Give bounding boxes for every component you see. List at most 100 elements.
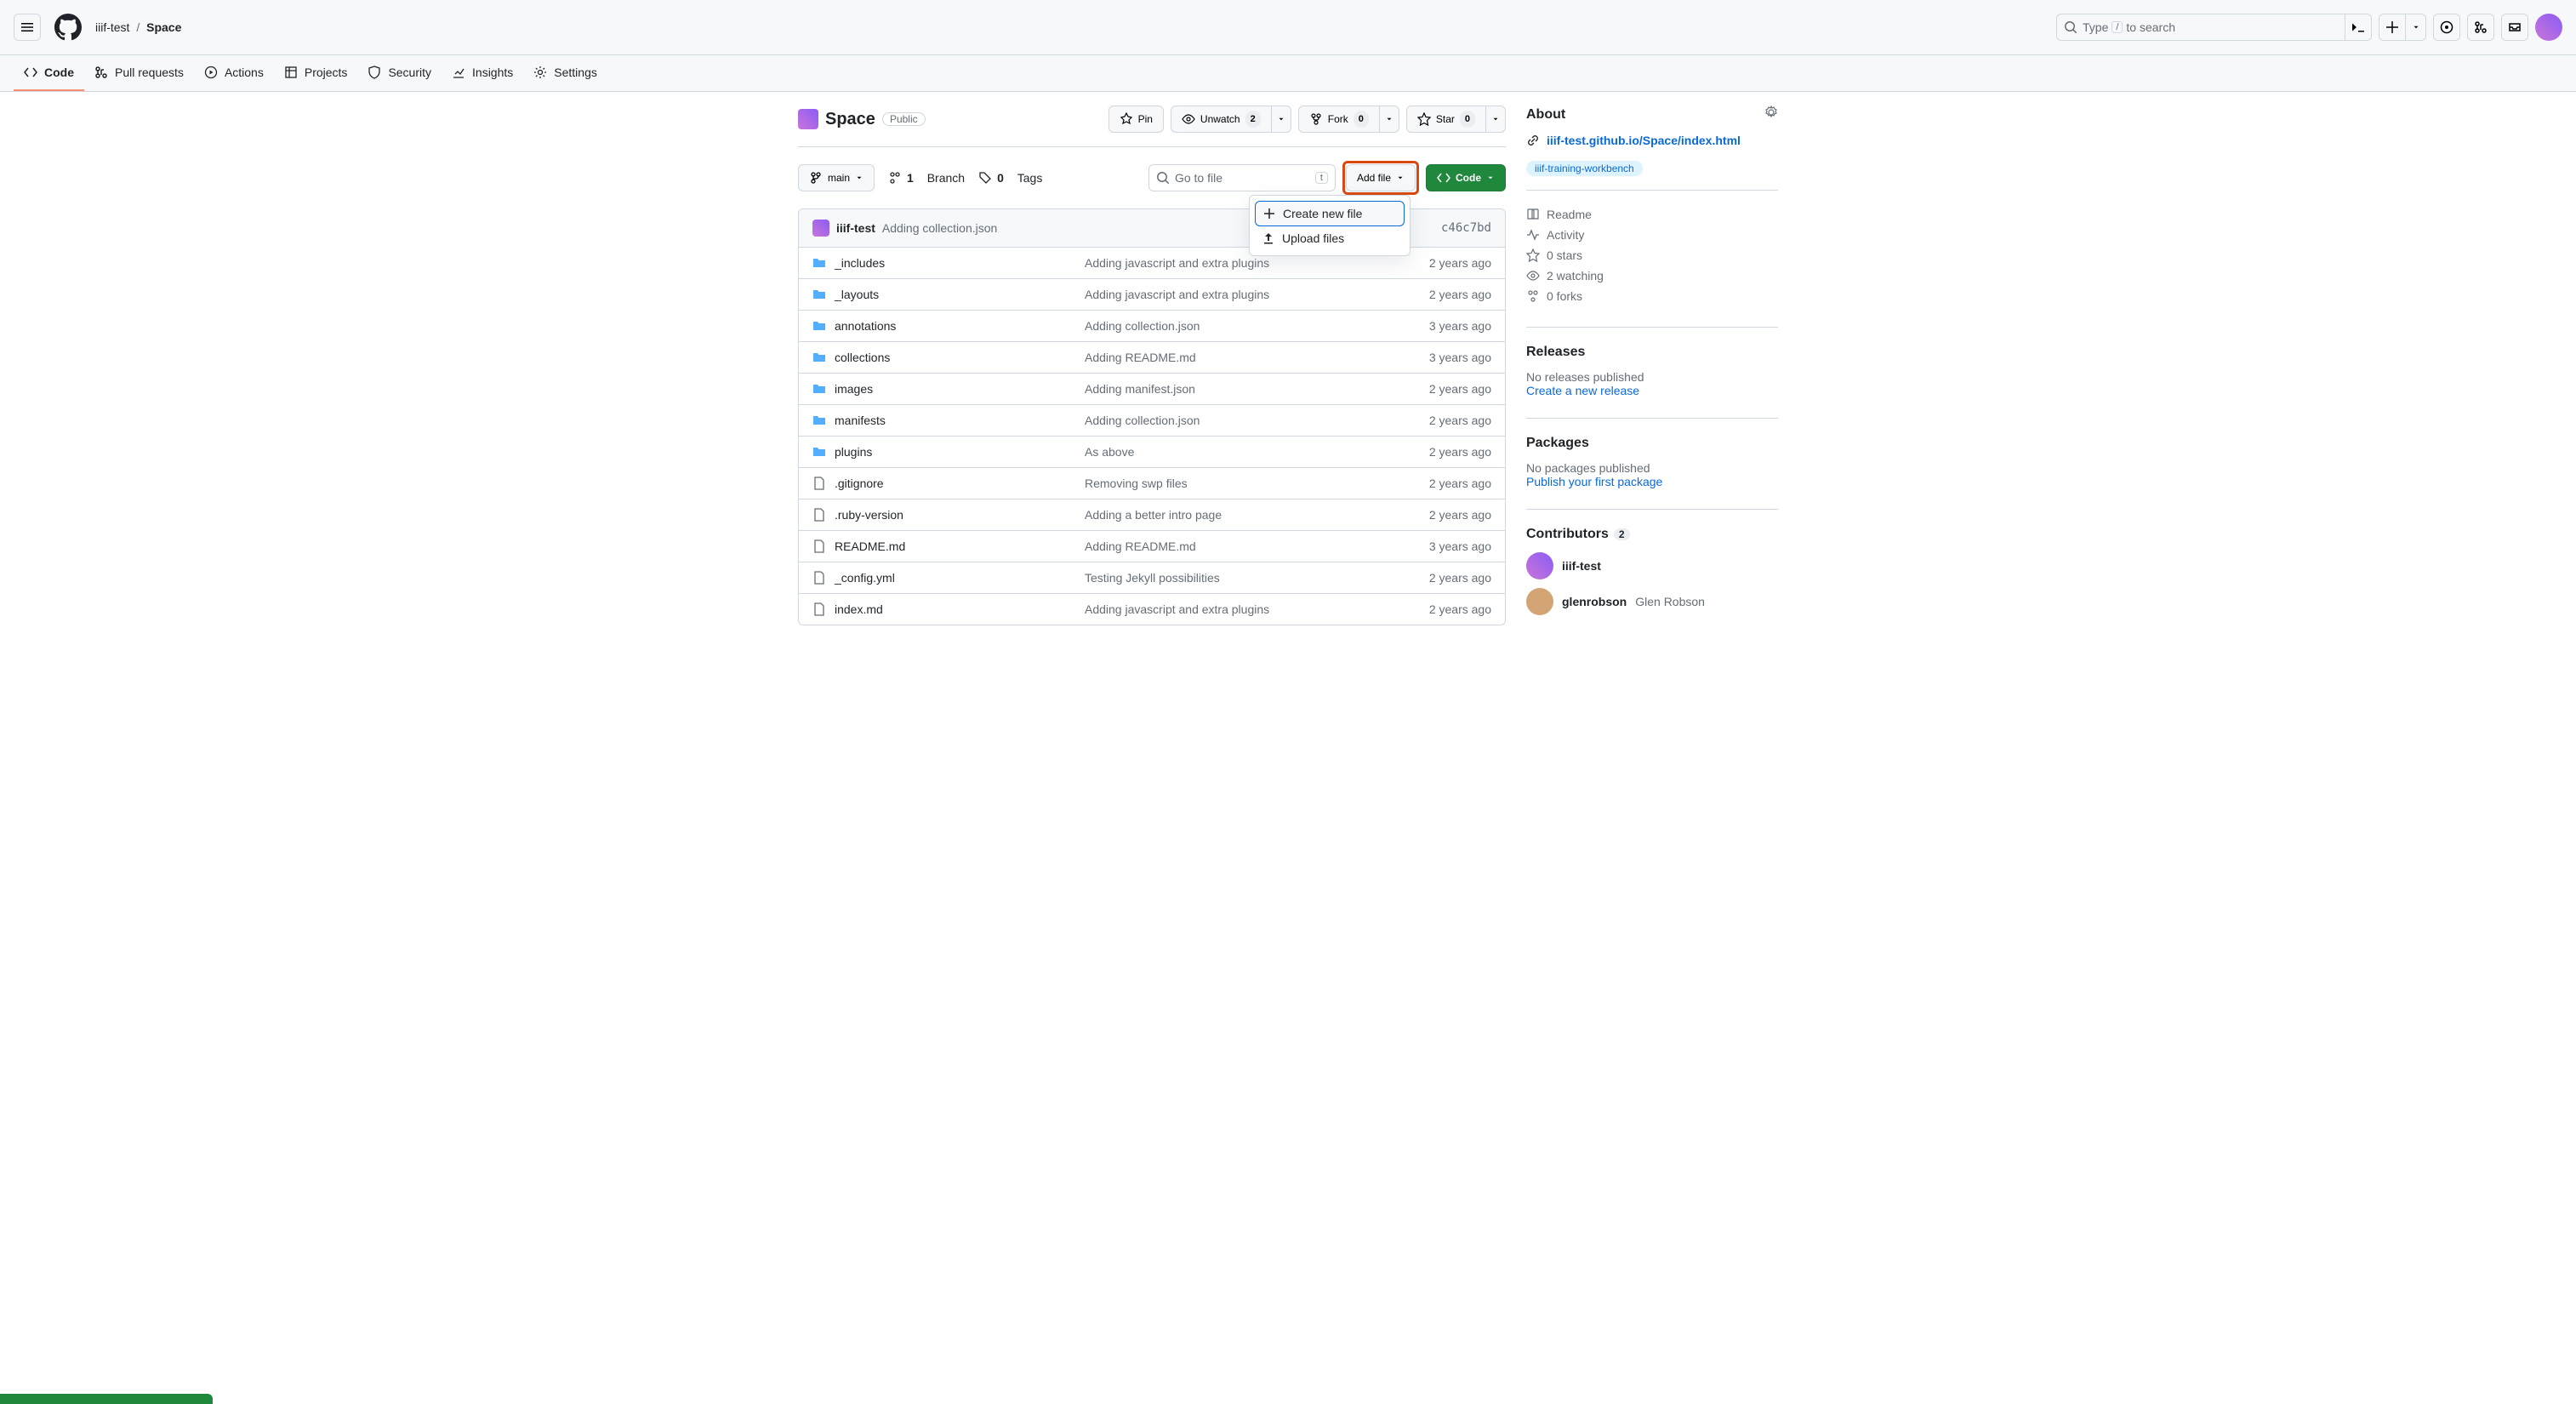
tab-actions[interactable]: Actions: [194, 55, 274, 91]
file-name-link[interactable]: _layouts: [835, 288, 879, 301]
about-settings-button[interactable]: [1764, 106, 1778, 123]
file-commit-msg[interactable]: Adding collection.json: [1085, 319, 1389, 333]
go-to-file-input[interactable]: Go to file t: [1148, 164, 1336, 191]
inbox-button[interactable]: [2501, 14, 2528, 41]
file-row: .gitignoreRemoving swp files2 years ago: [799, 468, 1505, 499]
file-name-link[interactable]: annotations: [835, 319, 896, 333]
code-icon: [24, 66, 37, 79]
shield-icon: [368, 66, 381, 79]
fork-button[interactable]: Fork 0: [1298, 106, 1380, 133]
fork-count: 0: [1354, 111, 1369, 128]
file-name-link[interactable]: _includes: [835, 256, 885, 270]
create-new-file-item[interactable]: Create new file: [1255, 201, 1405, 226]
create-new-dropdown[interactable]: [2406, 14, 2426, 41]
inbox-icon: [2508, 20, 2522, 34]
file-row: _layouts Adding javascript and extra plug…: [799, 279, 1505, 311]
upload-icon: [1262, 231, 1275, 245]
contributor-item[interactable]: glenrobson Glen Robson: [1526, 588, 1778, 615]
github-logo[interactable]: [54, 14, 82, 41]
pin-button[interactable]: Pin: [1108, 106, 1164, 133]
fork-dropdown[interactable]: [1380, 106, 1399, 133]
file-row: _config.ymlTesting Jekyll possibilities2…: [799, 562, 1505, 594]
packages-heading[interactable]: Packages: [1526, 436, 1778, 451]
chevron-down-icon: [1491, 115, 1500, 123]
tab-projects[interactable]: Projects: [274, 55, 358, 91]
file-commit-msg[interactable]: Adding javascript and extra plugins: [1085, 256, 1389, 270]
file-name-link[interactable]: .ruby-version: [835, 508, 903, 522]
chevron-down-icon: [1396, 174, 1405, 182]
create-new-button[interactable]: [2379, 14, 2406, 41]
file-commit-msg[interactable]: Testing Jekyll possibilities: [1085, 571, 1389, 585]
command-palette-button[interactable]: [2345, 14, 2372, 41]
contributors-heading[interactable]: Contributors 2: [1526, 527, 1778, 542]
user-avatar[interactable]: [2535, 14, 2562, 41]
contributor-item[interactable]: iiif-test: [1526, 552, 1778, 579]
search-input[interactable]: Type / to search: [2056, 14, 2345, 41]
commit-message[interactable]: Adding collection.json: [882, 221, 997, 235]
tab-code[interactable]: Code: [14, 55, 84, 91]
breadcrumb: iiif-test / Space: [95, 20, 181, 34]
file-name-link[interactable]: .gitignore: [835, 477, 884, 490]
star-dropdown[interactable]: [1486, 106, 1506, 133]
tags-link[interactable]: 0 Tags: [978, 171, 1042, 185]
homepage-link[interactable]: iiif-test.github.io/Space/index.html: [1547, 134, 1741, 147]
unwatch-button[interactable]: Unwatch 2: [1171, 106, 1272, 133]
file-name-link[interactable]: manifests: [835, 414, 886, 427]
branch-selector[interactable]: main: [798, 164, 875, 191]
highlight-annotation: Add file: [1342, 161, 1419, 195]
search-icon: [1156, 171, 1170, 185]
publish-package-link[interactable]: Publish your first package: [1526, 475, 1662, 488]
tab-settings[interactable]: Settings: [523, 55, 607, 91]
file-name-link[interactable]: plugins: [835, 445, 872, 459]
forks-link[interactable]: 0 forks: [1526, 286, 1778, 306]
file-commit-msg[interactable]: Adding a better intro page: [1085, 508, 1389, 522]
visibility-badge: Public: [882, 112, 926, 126]
releases-heading[interactable]: Releases: [1526, 345, 1778, 360]
unwatch-label: Unwatch: [1200, 111, 1240, 128]
folder-icon: [812, 319, 826, 333]
file-name-link[interactable]: index.md: [835, 602, 883, 616]
add-file-button[interactable]: Add file: [1346, 164, 1416, 191]
tab-insights[interactable]: Insights: [442, 55, 523, 91]
file-commit-msg[interactable]: Removing swp files: [1085, 477, 1389, 490]
repo-name: Space: [825, 110, 875, 129]
file-commit-msg[interactable]: As above: [1085, 445, 1389, 459]
topic-tag[interactable]: iiif-training-workbench: [1526, 161, 1643, 176]
upload-files-item[interactable]: Upload files: [1255, 226, 1405, 250]
commit-sha[interactable]: c46c7bd: [1441, 221, 1491, 235]
activity-link[interactable]: Activity: [1526, 225, 1778, 245]
file-name-link[interactable]: images: [835, 382, 873, 396]
file-name-link[interactable]: _config.yml: [835, 571, 895, 585]
file-name-link[interactable]: README.md: [835, 539, 905, 553]
file-commit-msg[interactable]: Adding javascript and extra plugins: [1085, 288, 1389, 301]
commit-author[interactable]: iiif-test: [836, 221, 875, 235]
watching-link[interactable]: 2 watching: [1526, 265, 1778, 286]
pulse-icon: [1526, 228, 1540, 242]
file-commit-msg[interactable]: Adding README.md: [1085, 351, 1389, 364]
repo-link[interactable]: Space: [146, 20, 181, 34]
hamburger-menu-button[interactable]: [14, 14, 41, 41]
tab-security[interactable]: Security: [357, 55, 442, 91]
unwatch-dropdown[interactable]: [1272, 106, 1291, 133]
owner-link[interactable]: iiif-test: [95, 20, 129, 34]
branches-link[interactable]: 1 Branch: [888, 171, 965, 185]
file-commit-msg[interactable]: Adding manifest.json: [1085, 382, 1389, 396]
tab-pull-requests[interactable]: Pull requests: [84, 55, 194, 91]
issues-button[interactable]: [2433, 14, 2460, 41]
code-button[interactable]: Code: [1426, 164, 1506, 191]
link-icon: [1526, 134, 1540, 147]
file-name-link[interactable]: collections: [835, 351, 890, 364]
gear-icon: [533, 66, 547, 79]
file-row: imagesAdding manifest.json2 years ago: [799, 374, 1505, 405]
gear-icon: [1764, 106, 1778, 119]
star-button[interactable]: Star 0: [1406, 106, 1486, 133]
pin-label: Pin: [1138, 111, 1153, 128]
pull-requests-button[interactable]: [2467, 14, 2494, 41]
file-commit-msg[interactable]: Adding javascript and extra plugins: [1085, 602, 1389, 616]
stars-link[interactable]: 0 stars: [1526, 245, 1778, 265]
readme-link[interactable]: Readme: [1526, 204, 1778, 225]
commit-author-avatar[interactable]: [812, 220, 829, 237]
file-commit-msg[interactable]: Adding README.md: [1085, 539, 1389, 553]
file-commit-msg[interactable]: Adding collection.json: [1085, 414, 1389, 427]
create-release-link[interactable]: Create a new release: [1526, 384, 1639, 397]
